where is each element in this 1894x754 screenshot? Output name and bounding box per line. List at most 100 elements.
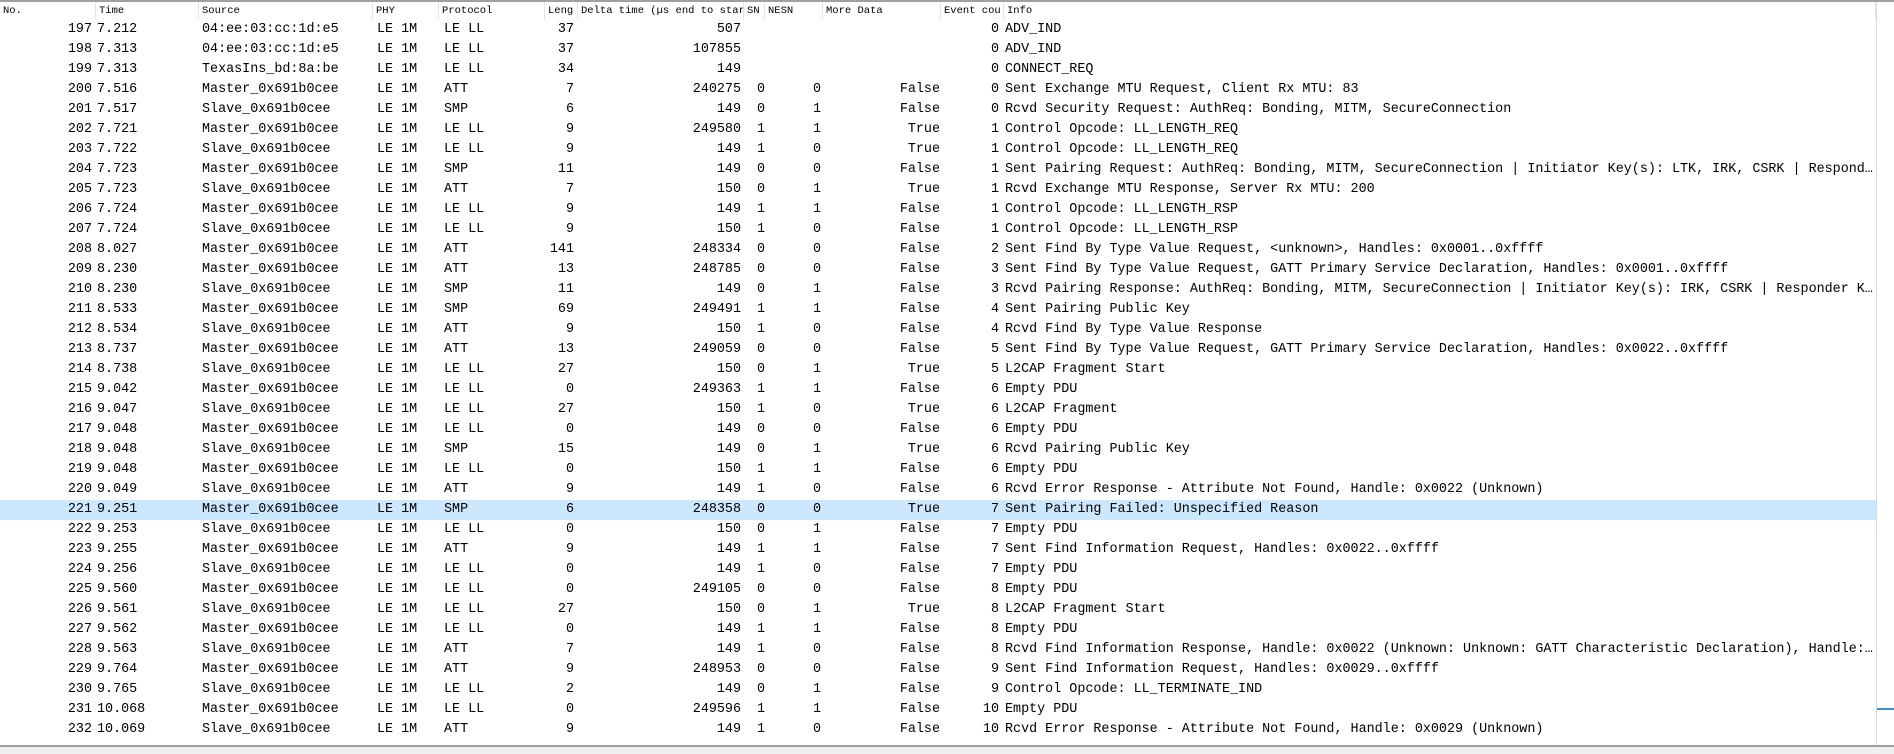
cell-length: 141 [549,242,574,257]
cell-info: Sent Exchange MTU Request, Client Rx MTU… [1005,82,1359,97]
packet-row[interactable]: 207 7.724 Slave_0x691b0cee LE 1M LE LL 9 150 1 0… [0,220,1876,240]
packet-row[interactable]: 221 9.251 Master_0x691b0cee LE 1M SMP 6 248358… [0,500,1876,520]
packet-row[interactable]: 228 9.563 Slave_0x691b0cee LE 1M ATT 7 149 1 0 Fa… [0,640,1876,660]
column-header-info[interactable]: Info [1004,2,1876,20]
column-header-delta[interactable]: Delta time (µs end to star [578,2,744,20]
cell-info: Empty PDU [1005,422,1078,437]
horizontal-scrollbar[interactable] [0,745,1894,754]
packet-row[interactable]: 200 7.516 Master_0x691b0cee LE 1M ATT 7 240275… [0,80,1876,100]
packet-row[interactable]: 201 7.517 Slave_0x691b0cee LE 1M SMP 6 149 0 1 Fa… [0,100,1876,120]
cell-protocol: ATT [444,242,469,257]
cell-sn: 0 [757,102,766,117]
packet-row[interactable]: 227 9.562 Master_0x691b0cee LE 1M LE LL 0 149 1… [0,620,1876,640]
packet-row[interactable]: 225 9.560 Master_0x691b0cee LE 1M LE LL 0 2491… [0,580,1876,600]
cell-no: 219 [67,462,92,477]
cell-nesn: 0 [813,262,822,277]
column-header-length[interactable]: Leng [545,2,578,20]
cell-source: Slave_0x691b0cee [202,282,331,297]
cell-phy: LE 1M [377,642,418,657]
packet-row[interactable]: 216 9.047 Slave_0x691b0cee LE 1M LE LL 27 150 1… [0,400,1876,420]
packet-row[interactable]: 211 8.533 Master_0x691b0cee LE 1M SMP 69 24949… [0,300,1876,320]
cell-protocol: SMP [444,162,469,177]
packet-row[interactable]: 226 9.561 Slave_0x691b0cee LE 1M LE LL 27 150 0… [0,600,1876,620]
packet-row[interactable]: 217 9.048 Master_0x691b0cee LE 1M LE LL 0 149 0… [0,420,1876,440]
cell-nesn: 0 [813,722,822,737]
column-header-sn[interactable]: SN [744,2,765,20]
column-header-phy[interactable]: PHY [373,2,439,20]
packet-row[interactable]: 209 8.230 Master_0x691b0cee LE 1M ATT 13 24878… [0,260,1876,280]
packet-row[interactable]: 231 10.068 Master_0x691b0cee LE 1M LE LL 0 249… [0,700,1876,720]
packet-row[interactable]: 202 7.721 Master_0x691b0cee LE 1M LE LL 9 2495… [0,120,1876,140]
cell-more: False [899,642,940,657]
cell-protocol: LE LL [444,362,485,377]
cell-more: False [899,282,940,297]
cell-source: Master_0x691b0cee [202,662,339,677]
packet-row[interactable]: 205 7.723 Slave_0x691b0cee LE 1M ATT 7 150 0 1 Tr… [0,180,1876,200]
cell-sn: 1 [757,222,766,237]
cell-source: Master_0x691b0cee [202,342,339,357]
cell-time: 9.049 [97,482,138,497]
packet-row[interactable]: 210 8.230 Slave_0x691b0cee LE 1M SMP 11 149 0 1 F… [0,280,1876,300]
packet-row[interactable]: 219 9.048 Master_0x691b0cee LE 1M LE LL 0 150 1… [0,460,1876,480]
packet-row[interactable]: 213 8.737 Master_0x691b0cee LE 1M ATT 13 24905… [0,340,1876,360]
cell-more: False [899,102,940,117]
packet-row[interactable]: 199 7.313 TexasIns_bd:8a:be LE 1M LE LL 34 149… [0,60,1876,80]
cell-no: 227 [67,622,92,637]
cell-nesn: 1 [813,682,822,697]
packet-row[interactable]: 232 10.069 Slave_0x691b0cee LE 1M ATT 9 149 1 0 F… [0,720,1876,740]
packet-row[interactable]: 197 7.212 04:ee:03:cc:1d:e5 LE 1M LE LL 37 507… [0,20,1876,40]
column-header-event[interactable]: Event cou [941,2,1004,20]
column-header-nesn[interactable]: NESN [765,2,823,20]
packet-row[interactable]: 229 9.764 Master_0x691b0cee LE 1M ATT 9 248953… [0,660,1876,680]
cell-more: False [899,722,940,737]
cell-length: 0 [565,582,574,597]
cell-more: False [899,662,940,677]
cell-nesn: 1 [813,282,822,297]
cell-nesn: 1 [813,622,822,637]
cell-delta: 240275 [692,82,741,97]
packet-row[interactable]: 214 8.738 Slave_0x691b0cee LE 1M LE LL 27 150 0… [0,360,1876,380]
packet-row[interactable]: 224 9.256 Slave_0x691b0cee LE 1M LE LL 0 149 1 0… [0,560,1876,580]
cell-length: 9 [565,722,574,737]
cell-sn: 1 [757,722,766,737]
cell-no: 209 [67,262,92,277]
cell-info: Empty PDU [1005,582,1078,597]
packet-row[interactable]: 222 9.253 Slave_0x691b0cee LE 1M LE LL 0 150 0 1… [0,520,1876,540]
cell-phy: LE 1M [377,342,418,357]
column-header-protocol[interactable]: Protocol [439,2,545,20]
cell-info: Sent Pairing Public Key [1005,302,1190,317]
cell-length: 0 [565,702,574,717]
scrollbar-thumb[interactable] [1877,708,1894,710]
packet-row[interactable]: 203 7.722 Slave_0x691b0cee LE 1M LE LL 9 149 1 0… [0,140,1876,160]
cell-delta: 248358 [692,502,741,517]
packet-row[interactable]: 220 9.049 Slave_0x691b0cee LE 1M ATT 9 149 1 0 Fa… [0,480,1876,500]
packet-row[interactable]: 215 9.042 Master_0x691b0cee LE 1M LE LL 0 2493… [0,380,1876,400]
packet-row[interactable]: 212 8.534 Slave_0x691b0cee LE 1M ATT 9 150 1 0 Fa… [0,320,1876,340]
packet-row[interactable]: 223 9.255 Master_0x691b0cee LE 1M ATT 9 149 1 1 F… [0,540,1876,560]
packet-row[interactable]: 230 9.765 Slave_0x691b0cee LE 1M LE LL 2 149 0 1… [0,680,1876,700]
cell-event: 3 [990,262,999,277]
packet-row[interactable]: 218 9.048 Slave_0x691b0cee LE 1M SMP 15 149 0 1 T… [0,440,1876,460]
packet-row[interactable]: 206 7.724 Master_0x691b0cee LE 1M LE LL 9 149 1… [0,200,1876,220]
cell-time: 7.212 [97,22,138,37]
packet-row[interactable]: 208 8.027 Master_0x691b0cee LE 1M ATT 141 2483… [0,240,1876,260]
cell-protocol: ATT [444,722,469,737]
cell-more: False [899,242,940,257]
cell-no: 214 [67,362,92,377]
cell-event: 0 [990,82,999,97]
cell-event: 0 [990,102,999,117]
cell-delta: 249059 [692,342,741,357]
column-header-source[interactable]: Source [199,2,373,20]
cell-delta: 149 [716,722,741,737]
column-header-more[interactable]: More Data [823,2,941,20]
column-header-time[interactable]: Time [96,2,199,20]
cell-no: 201 [67,102,92,117]
cell-no: 218 [67,442,92,457]
cell-length: 27 [557,602,574,617]
packet-row[interactable]: 198 7.313 04:ee:03:cc:1d:e5 LE 1M LE LL 37 107… [0,40,1876,60]
vertical-scrollbar[interactable] [1876,2,1894,746]
packet-row[interactable]: 204 7.723 Master_0x691b0cee LE 1M SMP 11 149 0 0… [0,160,1876,180]
column-header-no[interactable]: No. [0,2,96,20]
cell-protocol: LE LL [444,622,485,637]
cell-event: 0 [990,42,999,57]
